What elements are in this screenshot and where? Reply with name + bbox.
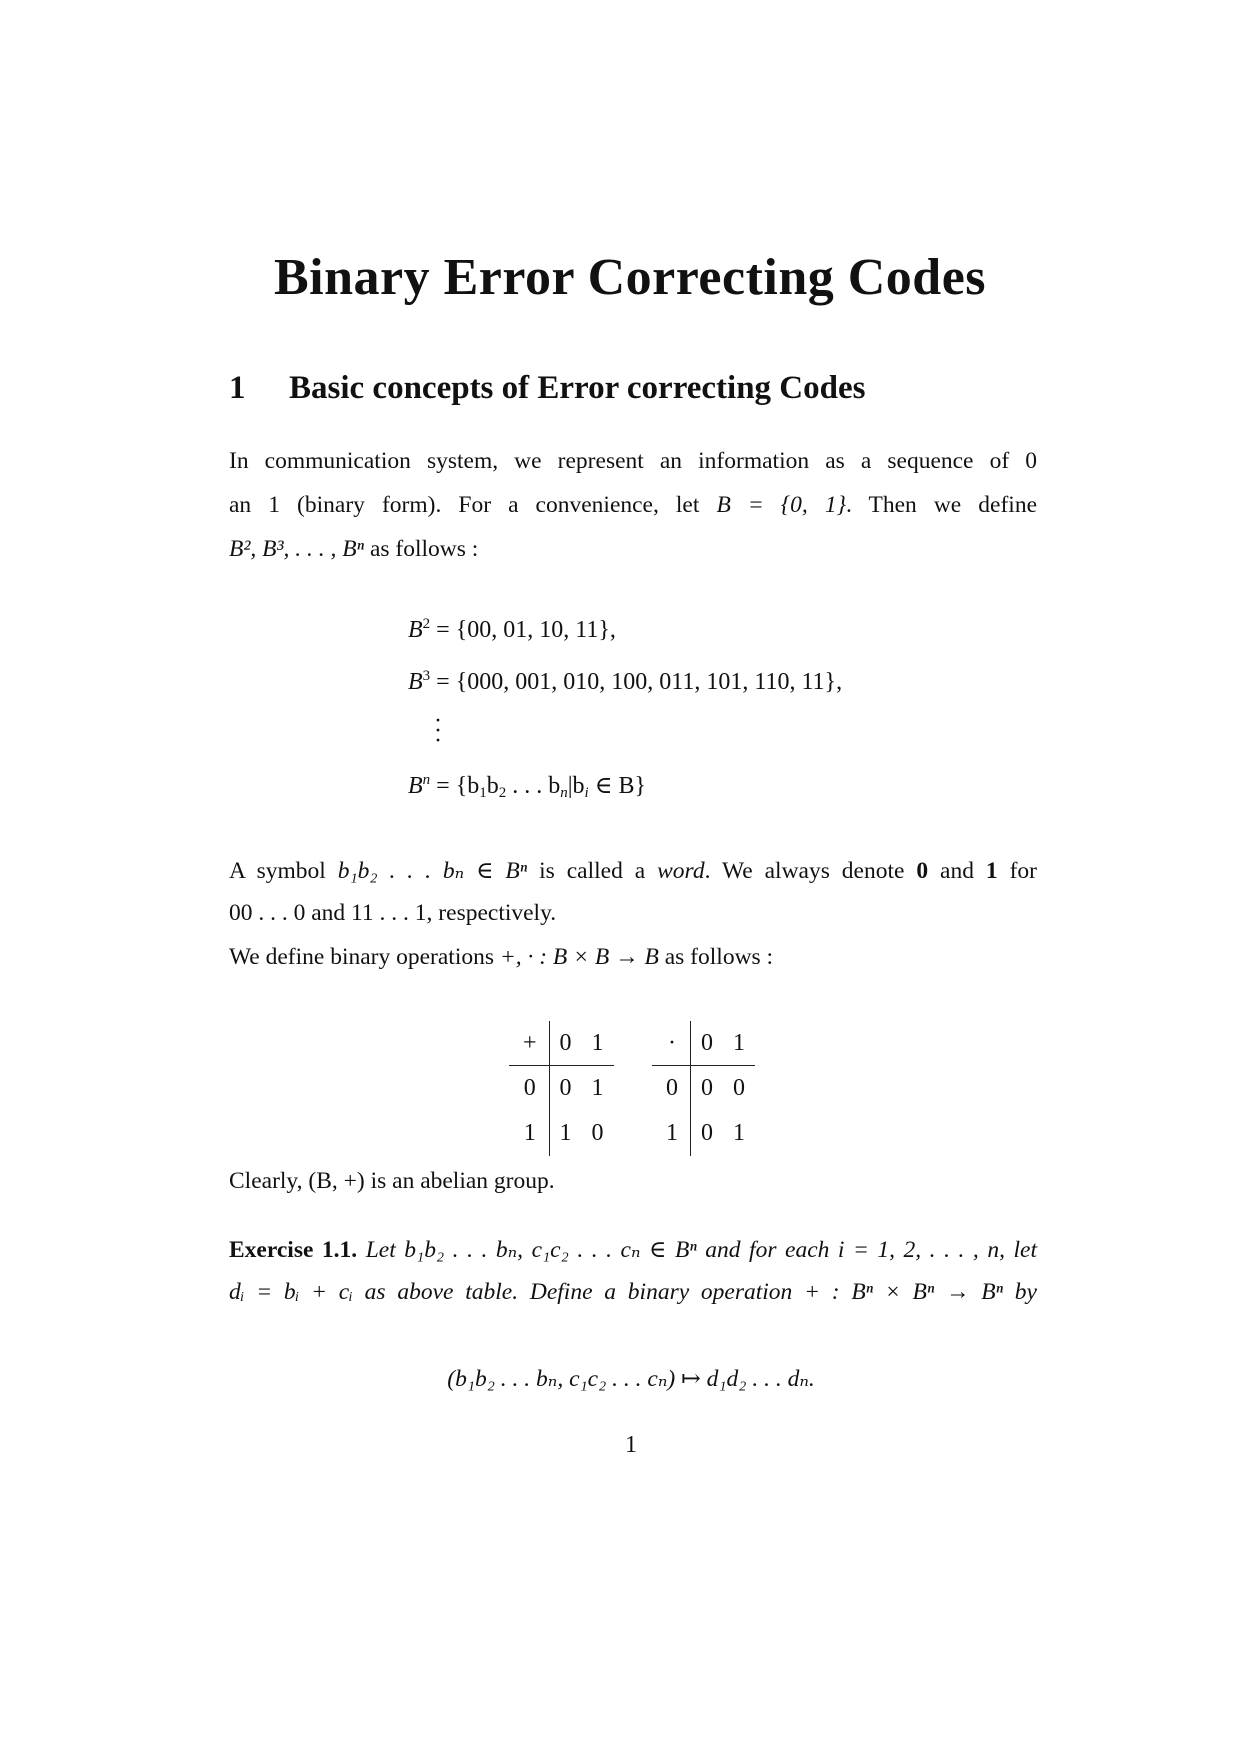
text: . We always denote (704, 858, 917, 884)
document-page: Binary Error Correcting Codes 1 Basic con… (0, 0, 1241, 1754)
table-row: 0 0 0 (652, 1065, 755, 1111)
text: as follows : (658, 944, 774, 970)
math-powers: B², B³, . . . , Bⁿ (229, 536, 365, 562)
text: = {b (430, 773, 480, 799)
exercise-text: dᵢ = bᵢ + cᵢ as above table. Define a bi… (229, 1279, 1037, 1305)
text: as follows : (364, 536, 479, 562)
table-col-header: 0 (549, 1021, 582, 1066)
paragraph-2-line-2: 00 . . . 0 and 11 . . . 1, respectively. (229, 900, 557, 926)
paragraph-1-line-2: an 1 (binary form). For a convenience, l… (229, 492, 1037, 519)
exercise-label: Exercise 1.1. (229, 1237, 358, 1263)
text: . Then we define (846, 492, 1038, 518)
table-cell: 0 (559, 1075, 572, 1101)
equation-B3: B3 = {000, 001, 010, 100, 011, 101, 110,… (408, 669, 842, 696)
table-cell: 0 (701, 1120, 713, 1146)
equation-Bn: Bn = {b1b2 . . . bn|bi ∈ B} (408, 772, 647, 801)
section-heading: 1 Basic concepts of Error correcting Code… (229, 370, 865, 407)
math-var: B (408, 617, 423, 643)
text: b (486, 773, 499, 799)
table-cell: 0 (701, 1075, 713, 1101)
math-var: B (408, 773, 423, 799)
equation-B2: B2 = {00, 01, 10, 11}, (408, 617, 616, 644)
exercise-line-2: dᵢ = bᵢ + cᵢ as above table. Define a bi… (229, 1279, 1037, 1306)
emphasis-word: word (657, 858, 705, 884)
math-var: B (408, 669, 423, 695)
text: and (928, 858, 986, 884)
section-number: 1 (229, 370, 246, 406)
paragraph-2-line-1: A symbol b₁b₂ . . . bₙ ∈ Bⁿ is called a … (229, 856, 1037, 885)
table-row-header: 0 (652, 1065, 691, 1111)
section-title: Basic concepts of Error correcting Codes (289, 370, 866, 406)
bold-zero: 0 (916, 858, 929, 884)
document-title: Binary Error Correcting Codes (273, 249, 987, 306)
exercise-display-equation: (b₁b₂ . . . bₙ, c₁c₂ . . . cₙ) ↦ d₁d₂ . … (0, 1364, 1241, 1393)
table-row-header: 0 (509, 1065, 550, 1111)
addition-table: + 0 1 0 0 1 1 1 0 (509, 1021, 614, 1156)
text: |b (567, 773, 585, 799)
table-operator: · (652, 1021, 691, 1066)
paragraph-1-line-3: B², B³, . . . , Bⁿ as follows : (229, 536, 478, 563)
table-operator: + (509, 1021, 550, 1066)
exercise-line-1: Exercise 1.1. Let b₁b₂ . . . bₙ, c₁c₂ . … (229, 1235, 1037, 1264)
text: . . . b (506, 773, 561, 799)
equation-rhs: = {00, 01, 10, 11}, (430, 617, 616, 643)
page-number: 1 (625, 1432, 637, 1458)
multiplication-table: · 0 1 0 0 0 1 0 1 (652, 1021, 755, 1156)
paragraph-2-line-3: We define binary operations +, · : B × B… (229, 944, 773, 971)
math-B-set: B = {0, 1} (716, 492, 846, 518)
text: is called a (527, 858, 658, 884)
math-map: (b₁b₂ . . . bₙ, c₁c₂ . . . cₙ) ↦ d₁d₂ . … (447, 1366, 815, 1392)
table-row: 1 1 0 (509, 1111, 614, 1156)
text: ∈ B} (588, 773, 647, 799)
table-row: 1 0 1 (652, 1111, 755, 1156)
exercise-text: Let b₁b₂ . . . bₙ, c₁c₂ . . . cₙ ∈ Bⁿ an… (357, 1237, 1037, 1263)
table-cell: 1 (559, 1120, 572, 1146)
math-operations: +, · : B × B → B (499, 944, 659, 970)
table-cell: 0 (733, 1075, 745, 1101)
table-cell: 1 (733, 1120, 745, 1146)
text: A symbol (229, 858, 338, 884)
text: We define binary operations (229, 944, 500, 970)
math-word: b₁b₂ . . . bₙ ∈ Bⁿ (337, 858, 528, 884)
table-row-header: 1 (509, 1111, 550, 1156)
equation-rhs: = {000, 001, 010, 100, 011, 101, 110, 11… (430, 669, 843, 695)
paragraph-3: Clearly, (B, +) is an abelian group. (229, 1168, 555, 1194)
table-col-header: 0 (690, 1021, 723, 1066)
table-cell: 1 (591, 1075, 604, 1101)
table-col-header: 1 (723, 1021, 755, 1066)
text: an 1 (binary form). For a convenience, l… (229, 492, 717, 518)
paragraph-1-line-1: In communication system, we represent an… (229, 448, 1037, 474)
table-cell: 0 (591, 1120, 604, 1146)
table-row-header: 1 (652, 1111, 691, 1156)
table-row: 0 0 1 (509, 1065, 614, 1111)
text: for (997, 858, 1038, 884)
bold-one: 1 (985, 858, 998, 884)
table-col-header: 1 (581, 1021, 614, 1066)
vertical-dots: · · · (434, 708, 442, 754)
